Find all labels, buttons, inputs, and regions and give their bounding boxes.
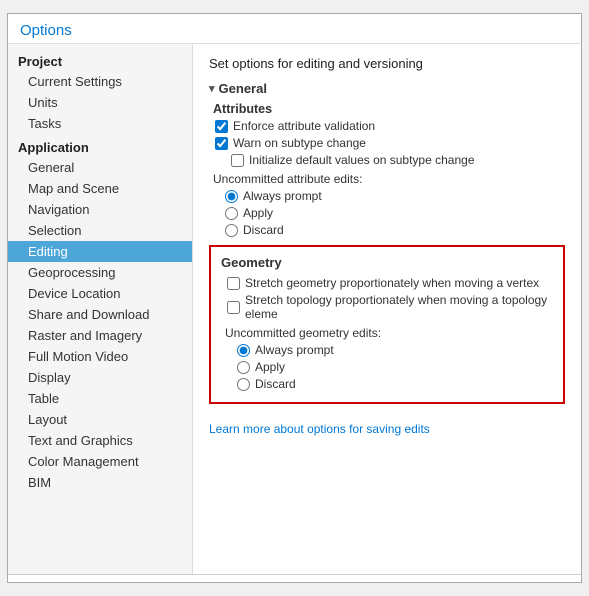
general-chevron: ▾ [209,82,215,95]
stretch-label: Stretch geometry proportionately when mo… [245,276,539,290]
dialog-body: Project Current Settings Units Tasks App… [8,44,581,574]
sidebar-item-tasks[interactable]: Tasks [8,113,192,134]
sidebar-item-navigation[interactable]: Navigation [8,199,192,220]
warn-label: Warn on subtype change [233,136,366,150]
sidebar-item-current-settings[interactable]: Current Settings [8,71,192,92]
uncommitted-attr-label: Uncommitted attribute edits: [213,172,565,186]
geom-radio-discard[interactable] [237,378,250,391]
sidebar-item-general[interactable]: General [8,157,192,178]
sidebar: Project Current Settings Units Tasks App… [8,44,193,574]
stretch-topo-checkbox[interactable] [227,301,240,314]
sidebar-item-raster-and-imagery[interactable]: Raster and Imagery [8,325,192,346]
general-section: ▾ General Attributes Enforce attribute v… [209,81,565,237]
geom-radio-discard-label: Discard [255,377,296,391]
sidebar-item-text-and-graphics[interactable]: Text and Graphics [8,430,192,451]
init-row: Initialize default values on subtype cha… [231,153,565,167]
geometry-section: Geometry Stretch geometry proportionatel… [209,245,565,404]
sidebar-group-application: Application [8,134,192,157]
learn-link[interactable]: Learn more about options for saving edit… [209,422,430,436]
stretch-checkbox[interactable] [227,277,240,290]
sidebar-item-map-and-scene[interactable]: Map and Scene [8,178,192,199]
attr-radio-apply[interactable] [225,207,238,220]
enforce-checkbox[interactable] [215,120,228,133]
init-label: Initialize default values on subtype cha… [249,153,475,167]
dialog-title: Options [8,14,581,44]
attr-radio-discard-label: Discard [243,223,284,237]
sidebar-item-layout[interactable]: Layout [8,409,192,430]
sidebar-item-editing[interactable]: Editing [8,241,192,262]
geom-radio-apply-label: Apply [255,360,285,374]
warn-checkbox[interactable] [215,137,228,150]
attr-radio-apply-label: Apply [243,206,273,220]
geom-radio-always-label: Always prompt [255,343,334,357]
sidebar-item-table[interactable]: Table [8,388,192,409]
sidebar-item-display[interactable]: Display [8,367,192,388]
attr-radio-apply-row: Apply [225,206,565,220]
sidebar-item-geoprocessing[interactable]: Geoprocessing [8,262,192,283]
sidebar-item-selection[interactable]: Selection [8,220,192,241]
main-content: Set options for editing and versioning ▾… [193,44,581,574]
geom-radio-apply-row: Apply [237,360,553,374]
attr-radio-discard[interactable] [225,224,238,237]
attr-radio-always-label: Always prompt [243,189,322,203]
attr-radio-discard-row: Discard [225,223,565,237]
sidebar-item-share-and-download[interactable]: Share and Download [8,304,192,325]
stretch-topo-row: Stretch topology proportionately when mo… [227,293,553,321]
enforce-label: Enforce attribute validation [233,119,375,133]
stretch-row: Stretch geometry proportionately when mo… [227,276,553,290]
geom-radio-always-row: Always prompt [237,343,553,357]
uncommitted-geom-label: Uncommitted geometry edits: [225,326,553,340]
general-section-title: ▾ General [209,81,565,96]
main-header: Set options for editing and versioning [209,56,565,71]
sidebar-item-bim[interactable]: BIM [8,472,192,493]
init-checkbox[interactable] [231,154,244,167]
dialog-bottom-bar [8,574,581,582]
stretch-topo-label: Stretch topology proportionately when mo… [245,293,553,321]
attr-radio-always: Always prompt [225,189,565,203]
geom-radio-discard-row: Discard [237,377,553,391]
sidebar-item-device-location[interactable]: Device Location [8,283,192,304]
options-dialog: Options Project Current Settings Units T… [7,13,582,583]
geom-radio-always-prompt[interactable] [237,344,250,357]
sidebar-item-full-motion-video[interactable]: Full Motion Video [8,346,192,367]
enforce-row: Enforce attribute validation [215,119,565,133]
sidebar-item-units[interactable]: Units [8,92,192,113]
attributes-label: Attributes [213,102,565,116]
attr-radio-always-prompt[interactable] [225,190,238,203]
geom-radio-apply[interactable] [237,361,250,374]
geometry-section-title: Geometry [221,255,553,270]
sidebar-item-color-management[interactable]: Color Management [8,451,192,472]
warn-row: Warn on subtype change [215,136,565,150]
sidebar-group-project: Project [8,48,192,71]
